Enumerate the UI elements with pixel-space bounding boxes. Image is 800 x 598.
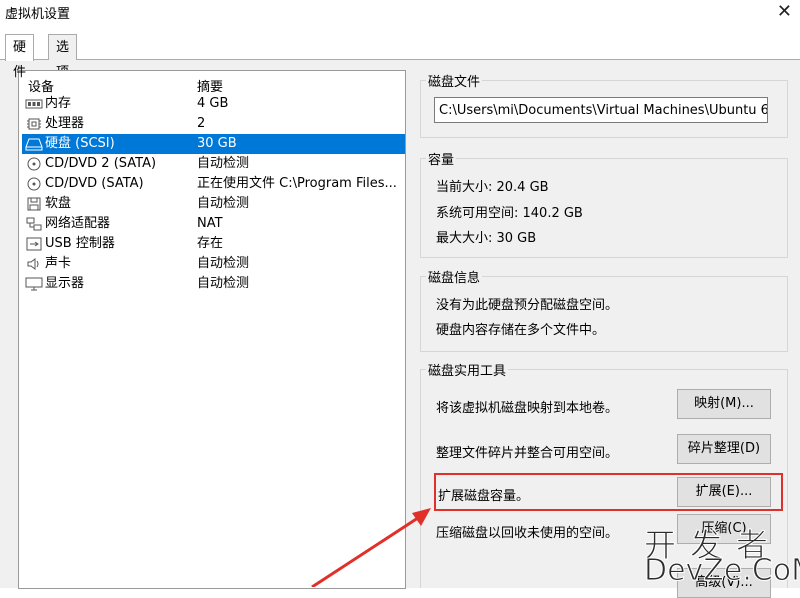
watermark-en: DevZe.CoM — [643, 553, 800, 589]
tab-options[interactable]: 选项 — [48, 34, 78, 80]
current-size-text: 当前大小: 20.4 GB — [436, 180, 549, 195]
device-name: USB 控制器 — [45, 236, 115, 251]
map-button[interactable]: 映射(M)... — [677, 389, 771, 419]
device-name: 声卡 — [45, 256, 72, 271]
device-summary: 自动检测 — [197, 276, 250, 291]
window-title: 虚拟机设置 — [5, 7, 71, 22]
device-row-display[interactable]: 显示器 自动检测 — [22, 274, 405, 294]
device-summary: 自动检测 — [197, 256, 250, 271]
cd-dvd-icon — [25, 177, 43, 191]
device-summary: NAT — [197, 216, 223, 231]
device-row-floppy[interactable]: 软盘 自动检测 — [22, 194, 405, 214]
device-summary: 存在 — [197, 236, 224, 251]
device-name: 内存 — [45, 96, 72, 111]
disk-info-line-1: 没有为此硬盘预分配磁盘空间。 — [436, 298, 619, 313]
device-name: 处理器 — [45, 116, 85, 131]
watermark: 开发者 DevZe.CoM — [630, 520, 800, 589]
device-list: 设备 摘要 内存 4 GB 处理器 2 硬盘 (SCSI) 30 GB CD/D… — [18, 70, 406, 589]
floppy-icon — [25, 197, 43, 211]
close-icon[interactable]: ✕ — [777, 1, 792, 22]
group-legend: 容量 — [426, 149, 457, 168]
device-name: 硬盘 (SCSI) — [45, 136, 115, 151]
disk-info-group: 磁盘信息 — [420, 267, 788, 352]
list-header: 设备 摘要 — [19, 74, 405, 95]
device-row-memory[interactable]: 内存 4 GB — [22, 94, 405, 114]
device-summary: 正在使用文件 C:\Program Files... — [197, 176, 397, 191]
title-bar: 虚拟机设置 ✕ — [0, 0, 800, 30]
system-free-space-text: 系统可用空间: 140.2 GB — [436, 206, 583, 221]
disk-info-line-2: 硬盘内容存储在多个文件中。 — [436, 323, 606, 338]
column-header-summary[interactable]: 摘要 — [197, 76, 223, 95]
cd-dvd-icon — [25, 157, 43, 171]
device-summary: 自动检测 — [197, 156, 250, 171]
usb-icon — [25, 237, 43, 251]
device-summary: 30 GB — [197, 136, 237, 151]
device-name: CD/DVD (SATA) — [45, 176, 144, 191]
hard-disk-icon — [25, 137, 43, 151]
tab-hardware[interactable]: 硬件 — [5, 34, 35, 80]
device-row-cd-dvd[interactable]: CD/DVD (SATA) 正在使用文件 C:\Program Files... — [22, 174, 405, 194]
network-adapter-icon — [25, 217, 43, 231]
device-name: CD/DVD 2 (SATA) — [45, 156, 157, 171]
device-summary: 自动检测 — [197, 196, 250, 211]
processor-icon — [25, 117, 43, 131]
group-legend: 磁盘实用工具 — [426, 360, 509, 379]
device-row-network-adapter[interactable]: 网络适配器 NAT — [22, 214, 405, 234]
device-row-processor[interactable]: 处理器 2 — [22, 114, 405, 134]
device-row-usb[interactable]: USB 控制器 存在 — [22, 234, 405, 254]
device-name: 网络适配器 — [45, 216, 111, 231]
device-row-hard-disk[interactable]: 硬盘 (SCSI) 30 GB — [22, 134, 405, 154]
defrag-description: 整理文件碎片并整合可用空间。 — [436, 446, 619, 461]
defrag-button[interactable]: 碎片整理(D) — [677, 434, 771, 464]
device-row-sound-card[interactable]: 声卡 自动检测 — [22, 254, 405, 274]
group-legend: 磁盘文件 — [426, 71, 483, 90]
device-name: 显示器 — [45, 276, 85, 291]
device-row-cd-dvd-2[interactable]: CD/DVD 2 (SATA) 自动检测 — [22, 154, 405, 174]
device-name: 软盘 — [45, 196, 72, 211]
device-summary: 2 — [197, 116, 206, 131]
compact-description: 压缩磁盘以回收未使用的空间。 — [436, 526, 619, 541]
device-summary: 4 GB — [197, 96, 229, 111]
sound-card-icon — [25, 257, 43, 271]
column-header-device[interactable]: 设备 — [28, 76, 54, 95]
highlight-box — [434, 473, 783, 511]
map-description: 将该虚拟机磁盘映射到本地卷。 — [436, 401, 619, 416]
group-legend: 磁盘信息 — [426, 267, 483, 286]
max-size-text: 最大大小: 30 GB — [436, 231, 537, 246]
disk-file-path-field[interactable]: C:\Users\mi\Documents\Virtual Machines\U… — [434, 97, 768, 123]
memory-icon — [25, 97, 43, 111]
display-icon — [25, 277, 43, 291]
